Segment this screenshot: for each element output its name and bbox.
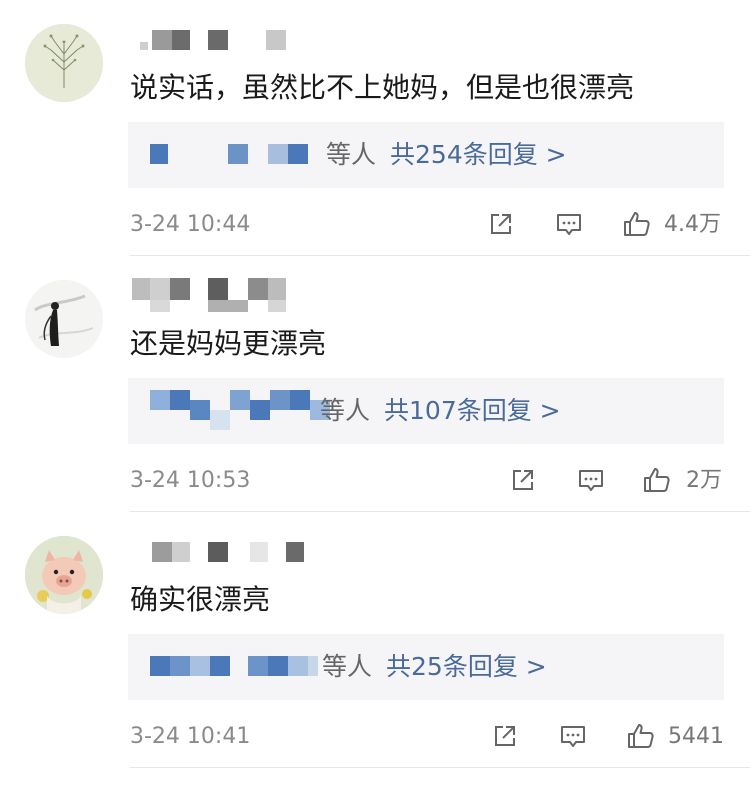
avatar-ink-figure-image xyxy=(25,280,103,358)
reply-suffix-text: 等人 xyxy=(320,396,371,425)
comment-icon[interactable] xyxy=(558,721,588,751)
comment-meta: 3-24 10:44 4.4万 xyxy=(130,207,725,243)
avatar-piglet-image xyxy=(25,536,103,614)
replier-names-pixelated xyxy=(150,144,340,166)
comment-meta: 3-24 10:53 2万 xyxy=(130,463,725,499)
username-pixelated[interactable] xyxy=(130,542,330,564)
reply-preview[interactable]: 等人 共254条回复 > xyxy=(128,122,724,188)
reply-total-link[interactable]: 共254条回复 > xyxy=(390,140,567,169)
comment-item: 还是妈妈更漂亮 等人 共107条回复 > 3-24 10:53 2万 xyxy=(0,256,750,512)
avatar[interactable] xyxy=(25,280,103,358)
like-count: 4.4万 xyxy=(664,212,721,237)
comment-icon[interactable] xyxy=(554,209,584,239)
reply-suffix-text: 等人 xyxy=(322,652,373,681)
comment-text: 还是妈妈更漂亮 xyxy=(130,327,327,360)
replier-names-pixelated xyxy=(150,390,340,430)
comment-icon[interactable] xyxy=(576,465,606,495)
reply-preview[interactable]: 等人 共107条回复 > xyxy=(128,378,724,444)
thumbs-up-icon[interactable] xyxy=(622,209,652,239)
share-icon[interactable] xyxy=(508,465,538,495)
avatar[interactable] xyxy=(25,536,103,614)
thumbs-up-icon[interactable] xyxy=(626,721,656,751)
username-pixelated[interactable] xyxy=(130,278,330,312)
timestamp: 3-24 10:53 xyxy=(130,468,251,493)
reply-summary[interactable]: 等人 共254条回复 > xyxy=(326,138,567,172)
like-count: 5441 xyxy=(668,724,724,749)
reply-preview[interactable]: 等人 共25条回复 > xyxy=(128,634,724,700)
comment-item: 说实话，虽然比不上她妈，但是也很漂亮 等人 共254条回复 > 3-24 10:4… xyxy=(0,0,750,256)
like-count: 2万 xyxy=(686,468,722,493)
avatar[interactable] xyxy=(25,24,103,102)
reply-summary[interactable]: 等人 共25条回复 > xyxy=(322,650,547,684)
comment-text: 确实很漂亮 xyxy=(130,583,271,616)
timestamp: 3-24 10:44 xyxy=(130,212,251,237)
timestamp: 3-24 10:41 xyxy=(130,724,251,749)
comment-text: 说实话，虽然比不上她妈，但是也很漂亮 xyxy=(130,71,635,104)
share-icon[interactable] xyxy=(490,721,520,751)
username-pixelated[interactable] xyxy=(130,30,330,52)
reply-total-link[interactable]: 共25条回复 > xyxy=(386,652,547,681)
reply-total-link[interactable]: 共107条回复 > xyxy=(384,396,561,425)
comment-item: 确实很漂亮 等人 共25条回复 > 3-24 10:41 5441 xyxy=(0,512,750,768)
reply-suffix-text: 等人 xyxy=(326,140,377,169)
comment-meta: 3-24 10:41 5441 xyxy=(130,719,725,755)
share-icon[interactable] xyxy=(486,209,516,239)
thumbs-up-icon[interactable] xyxy=(642,465,672,495)
reply-summary[interactable]: 等人 共107条回复 > xyxy=(320,394,561,428)
avatar-plant-image xyxy=(25,24,103,102)
divider xyxy=(130,767,750,768)
replier-names-pixelated xyxy=(150,656,340,678)
